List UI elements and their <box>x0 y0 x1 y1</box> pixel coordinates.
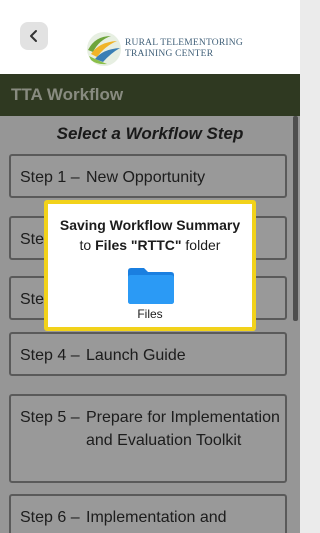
modal-files-label: Files <box>95 237 128 253</box>
folder-icon <box>128 268 174 304</box>
modal-to: to <box>79 237 92 253</box>
modal-folder-name: "RTTC" <box>130 237 182 253</box>
modal-suffix: folder <box>185 237 221 253</box>
back-button[interactable] <box>20 22 48 50</box>
modal-message: to Files "RTTC" folder <box>48 237 252 253</box>
app-header: Rural Telementoring Training Center <box>0 0 300 74</box>
logo-mark <box>87 32 121 66</box>
chevron-left-icon <box>30 30 37 42</box>
folder-caption: Files <box>137 307 163 321</box>
logo-text: Rural Telementoring Training Center <box>125 38 243 60</box>
rttc-logo: Rural Telementoring Training Center <box>85 30 243 70</box>
logo-line1: Rural Telementoring <box>125 38 243 48</box>
saving-modal: Saving Workflow Summary to Files "RTTC" … <box>44 200 256 331</box>
logo-line2: Training Center <box>125 49 214 59</box>
modal-title: Saving Workflow Summary <box>59 217 241 233</box>
